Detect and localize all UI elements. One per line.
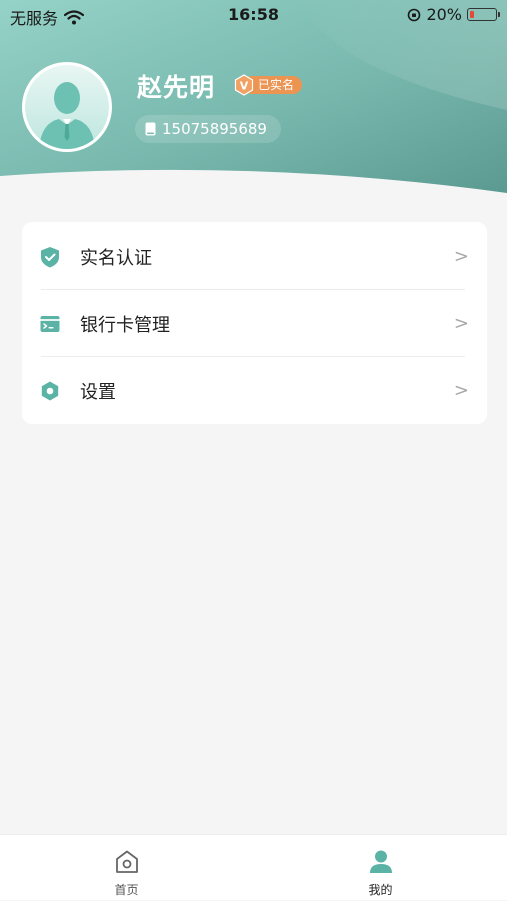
- chevron-right-icon: >: [453, 313, 469, 334]
- menu-item-label: 银行卡管理: [80, 314, 170, 336]
- orientation-lock-icon: [408, 8, 421, 21]
- battery-fill: [469, 10, 475, 18]
- phone-number: 15075895689: [162, 120, 267, 138]
- shield-check-icon: [41, 246, 59, 267]
- default-avatar-icon: [25, 65, 109, 149]
- menu-item-verification[interactable]: 实名认证 >: [22, 223, 487, 290]
- menu-card: 实名认证 > 银行卡管理 > 设置 >: [22, 222, 487, 424]
- phone-pill: 15075895689: [135, 115, 281, 143]
- avatar[interactable]: [22, 62, 112, 152]
- chevron-right-icon: >: [453, 380, 469, 401]
- user-name: 赵先明: [137, 73, 216, 102]
- chevron-right-icon: >: [453, 246, 469, 267]
- home-icon: [115, 850, 138, 873]
- verified-v-icon: V: [234, 74, 254, 96]
- status-right-group: 20%: [407, 5, 500, 24]
- tab-mine-label: 我的: [368, 883, 393, 897]
- verified-badge-label: 已实名: [249, 76, 303, 94]
- status-bar: 无服务 16:58 20%: [0, 0, 507, 30]
- tab-mine[interactable]: 我的: [254, 835, 507, 901]
- tab-home-label: 首页: [114, 883, 139, 897]
- battery-percent: 20%: [426, 5, 462, 24]
- menu-item-label: 实名认证: [80, 247, 152, 269]
- bank-card-icon: [40, 315, 60, 332]
- menu-item-settings[interactable]: 设置 >: [22, 357, 487, 424]
- menu-item-bank-card[interactable]: 银行卡管理 >: [22, 290, 487, 357]
- verified-badge: V 已实名: [233, 73, 303, 97]
- tab-home[interactable]: 首页: [0, 835, 253, 901]
- battery-icon: [467, 8, 500, 21]
- badge-icon-letter: V: [240, 80, 249, 93]
- gear-icon: [41, 381, 59, 400]
- phone-icon: [145, 122, 156, 136]
- profile-header: 无服务 16:58 20% 赵先明 V 已实名 15075895689: [0, 0, 507, 205]
- user-icon: [369, 850, 392, 873]
- menu-item-label: 设置: [80, 381, 116, 403]
- bottom-tab-bar: 首页 我的: [0, 834, 507, 900]
